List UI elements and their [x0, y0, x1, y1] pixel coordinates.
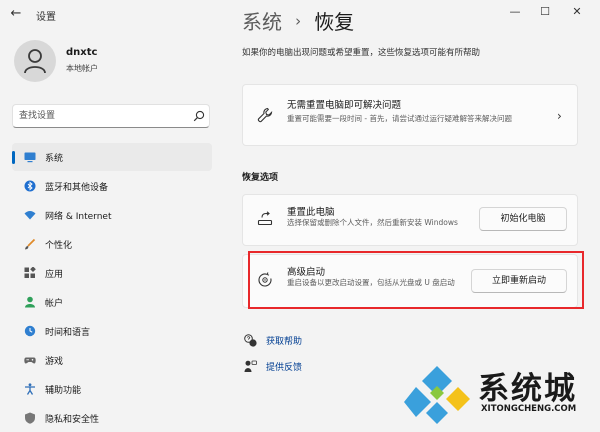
minimize-button[interactable]: — [500, 2, 530, 22]
site-logo [404, 366, 470, 424]
get-help-label: 获取帮助 [266, 337, 303, 347]
reset-pc-button[interactable]: 初始化电脑 [479, 207, 567, 231]
apps-icon [24, 267, 36, 278]
accessibility-icon [25, 383, 35, 395]
sidebar-item-accessibility[interactable]: 辅助功能 [12, 375, 212, 403]
watermark-url: XITONGCHENG.COM [481, 404, 577, 414]
sidebar-item-label: 网络 & Internet [45, 212, 112, 222]
sidebar-item-apps[interactable]: 应用 [12, 259, 212, 287]
reset-pc-card: 重置此电脑 选择保留或删除个人文件，然后重新安装 Windows 初始化电脑 [242, 194, 578, 246]
card-title: 重置此电脑 [287, 207, 335, 218]
search-icon[interactable] [193, 110, 205, 122]
gamepad-icon [24, 357, 36, 364]
give-feedback-label: 提供反馈 [266, 363, 303, 373]
breadcrumb-separator: › [295, 11, 302, 30]
avatar[interactable] [14, 40, 56, 82]
sidebar-item-label: 系统 [45, 154, 64, 164]
sidebar-item-gaming[interactable]: 游戏 [12, 346, 212, 374]
search-box[interactable] [12, 104, 210, 128]
wrench-icon [257, 107, 273, 123]
search-input[interactable] [19, 109, 179, 123]
user-name: dnxtc [66, 47, 98, 58]
sidebar-item-label: 时间和语言 [45, 328, 91, 338]
page-title: 恢复 [314, 10, 355, 34]
sidebar-item-label: 隐私和安全性 [45, 415, 100, 425]
highlight-annotation [248, 251, 584, 309]
feedback-icon [244, 360, 257, 372]
brush-icon [25, 238, 36, 250]
globe-clock-icon [24, 325, 36, 337]
sidebar-item-system[interactable]: 系统 [12, 143, 212, 171]
watermark-text: 系统城 [478, 371, 577, 407]
shield-icon [25, 412, 35, 424]
sidebar-item-label: 蓝牙和其他设备 [45, 183, 109, 193]
card-description: 重置可能需要一段时间 - 首先，请尝试通过运行疑难解答来解决问题 [287, 114, 512, 123]
breadcrumb: 系统 › 恢复 [242, 6, 354, 34]
maximize-button[interactable]: ☐ [530, 2, 560, 22]
close-button[interactable]: ✕ [562, 2, 592, 22]
chevron-right-icon: › [557, 109, 562, 123]
page-description: 如果你的电脑出现问题或希望重置，这些恢复选项可能有所帮助 [242, 48, 481, 58]
person-icon [25, 296, 35, 308]
reset-pc-icon [257, 211, 273, 226]
settings-window: ← 设置 — ☐ ✕ dnxtc 本地帐户 系统 蓝牙和其 [0, 0, 600, 432]
account-type: 本地帐户 [66, 64, 98, 73]
sidebar-item-bluetooth[interactable]: 蓝牙和其他设备 [12, 172, 212, 200]
selection-indicator [12, 151, 15, 164]
person-icon [24, 49, 46, 74]
fix-problems-card[interactable]: 无需重置电脑即可解决问题 重置可能需要一段时间 - 首先，请尝试通过运行疑难解答… [242, 84, 578, 146]
bluetooth-icon [24, 180, 36, 192]
sidebar-item-label: 个性化 [45, 241, 73, 251]
sidebar-item-label: 辅助功能 [45, 386, 82, 396]
wifi-icon [24, 211, 36, 220]
sidebar-item-privacy-security[interactable]: 隐私和安全性 [12, 404, 212, 432]
sidebar-item-time-language[interactable]: 时间和语言 [12, 317, 212, 345]
sidebar-item-accounts[interactable]: 帐户 [12, 288, 212, 316]
card-description: 选择保留或删除个人文件，然后重新安装 Windows [287, 218, 458, 227]
sidebar-item-label: 应用 [45, 270, 64, 280]
sidebar-item-personalization[interactable]: 个性化 [12, 230, 212, 258]
help-icon [244, 334, 257, 347]
monitor-icon [24, 152, 36, 163]
sidebar-item-label: 帐户 [45, 299, 64, 309]
section-title: 恢复选项 [242, 173, 279, 183]
back-button[interactable]: ← [8, 6, 24, 22]
breadcrumb-parent[interactable]: 系统 [242, 10, 282, 34]
sidebar-item-network[interactable]: 网络 & Internet [12, 201, 212, 229]
app-title: 设置 [36, 12, 56, 23]
card-title: 无需重置电脑即可解决问题 [287, 100, 402, 111]
sidebar-item-label: 游戏 [45, 357, 64, 367]
